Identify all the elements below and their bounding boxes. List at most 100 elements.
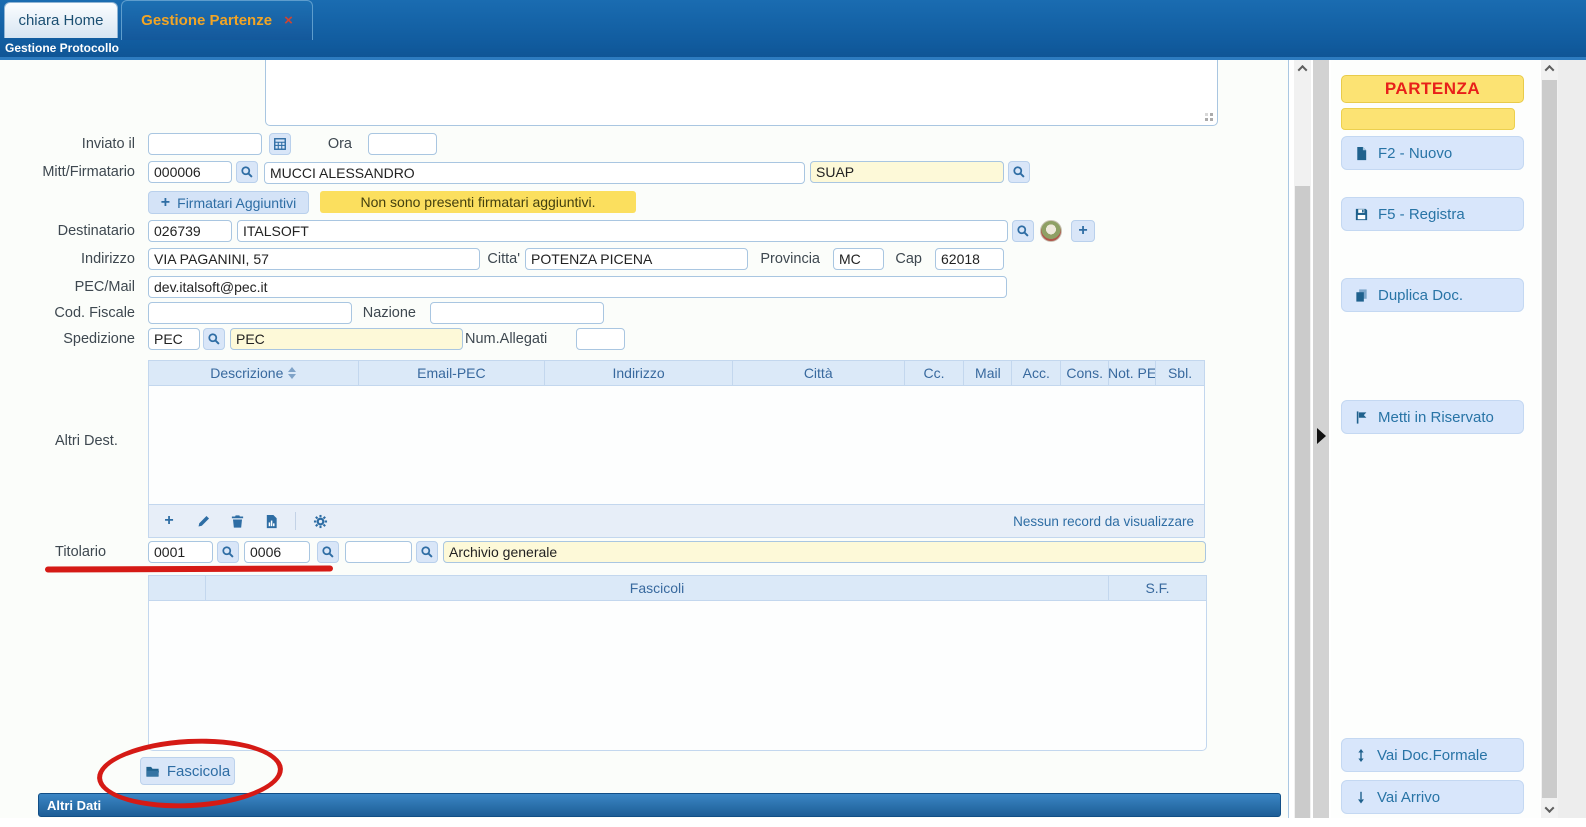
column-header-sbl: Sbl.	[1156, 361, 1204, 385]
add-destinatario-button[interactable]: +	[1071, 220, 1095, 242]
indirizzo-input[interactable]	[148, 248, 480, 270]
ufficio-search-button[interactable]	[1008, 161, 1030, 183]
firmatari-aggiuntivi-button[interactable]: + Firmatari Aggiuntivi	[148, 191, 309, 214]
inviato-il-label: Inviato il	[0, 133, 135, 155]
vai-doc-formale-button[interactable]: Vai Doc.Formale	[1341, 738, 1524, 772]
column-header-cons: Cons.	[1061, 361, 1109, 385]
scrollbar-thumb[interactable]	[1295, 186, 1310, 818]
altri-dest-grid-body	[149, 386, 1204, 504]
annotation-underline-titolario	[45, 565, 333, 572]
button-label: Vai Doc.Formale	[1377, 747, 1488, 764]
copy-icon	[1354, 288, 1369, 303]
cap-input[interactable]	[935, 248, 1004, 270]
scroll-down-button[interactable]	[1541, 801, 1558, 818]
titolario-search1-button[interactable]	[217, 541, 239, 563]
form-panel: Inviato il Ora Mitt/Firmatario	[0, 60, 1288, 818]
plus-icon: +	[1078, 223, 1087, 239]
pec-mail-input[interactable]	[148, 276, 1007, 298]
sidebar-empty-field	[1341, 108, 1515, 130]
add-record-button[interactable]: +	[159, 511, 179, 531]
tab-chiara-home[interactable]: chiara Home	[4, 2, 118, 38]
fascicoli-grid: Fascicoli S.F.	[148, 575, 1207, 751]
spedizione-code-input[interactable]	[148, 328, 200, 350]
window-right-edge	[1558, 60, 1586, 818]
app-window: chiara Home Gestione Partenze × Gestione…	[0, 0, 1586, 827]
spedizione-search-button[interactable]	[203, 328, 225, 350]
provincia-input[interactable]	[833, 248, 884, 270]
tab-gestione-partenze[interactable]: Gestione Partenze ×	[121, 0, 313, 40]
titolario-search2-button[interactable]	[317, 541, 339, 563]
close-tab-icon[interactable]: ×	[284, 12, 293, 29]
scroll-up-button[interactable]	[1541, 60, 1558, 77]
mitt-ufficio-input[interactable]	[810, 161, 1004, 183]
edit-record-button[interactable]	[193, 511, 213, 531]
pec-mail-label: PEC/Mail	[0, 276, 135, 298]
updown-arrow-icon	[1354, 748, 1368, 763]
plus-icon: +	[164, 513, 173, 529]
actions-sidebar: PARTENZA F2 - Nuovo F5 - Registra	[1331, 60, 1540, 818]
scrollbar-thumb[interactable]	[1542, 80, 1557, 798]
mitt-code-input[interactable]	[148, 161, 232, 183]
num-allegati-label: Num.Allegati	[465, 328, 547, 350]
sort-icon	[288, 367, 296, 379]
mitt-search-button[interactable]	[236, 161, 258, 183]
pencil-icon	[196, 514, 211, 529]
gear-icon	[313, 514, 328, 529]
search-icon	[240, 165, 254, 179]
titolario-desc-input[interactable]	[443, 541, 1206, 563]
duplica-doc-button[interactable]: Duplica Doc.	[1341, 278, 1524, 312]
titolario-code3-input[interactable]	[345, 541, 412, 563]
spedizione-desc-input[interactable]	[230, 328, 463, 350]
destinatario-name-input[interactable]	[237, 220, 1008, 242]
floppy-icon	[1354, 207, 1369, 222]
date-picker-button[interactable]	[269, 133, 291, 155]
ipa-emblem-icon[interactable]	[1040, 220, 1062, 242]
vai-arrivo-button[interactable]: Vai Arrivo	[1341, 780, 1524, 814]
nazione-input[interactable]	[430, 302, 604, 324]
main-scrollbar[interactable]	[1294, 60, 1311, 818]
file-icon	[1354, 146, 1369, 161]
resize-grip[interactable]	[1204, 112, 1213, 121]
ora-input[interactable]	[368, 133, 437, 155]
column-header-fascicoli: Fascicoli	[206, 576, 1109, 600]
column-header-citta: Città	[733, 361, 905, 385]
num-allegati-input[interactable]	[576, 328, 625, 350]
sidebar-scrollbar[interactable]	[1541, 60, 1558, 818]
collapse-arrow-icon[interactable]	[1317, 428, 1326, 444]
column-header-email-pec: Email-PEC	[359, 361, 546, 385]
inviato-il-input[interactable]	[148, 133, 262, 155]
altri-dest-grid: Descrizione Email-PEC Indirizzo Città Cc…	[148, 360, 1205, 538]
button-label: Duplica Doc.	[1378, 287, 1463, 304]
column-header-descrizione[interactable]: Descrizione	[149, 361, 359, 385]
metti-in-riservato-button[interactable]: Metti in Riservato	[1341, 400, 1524, 434]
partenza-badge[interactable]: PARTENZA	[1341, 75, 1524, 103]
breadcrumb: Gestione Protocollo	[5, 41, 119, 55]
titolario-search3-button[interactable]	[416, 541, 438, 563]
panel-collapse-strip[interactable]	[1313, 60, 1329, 818]
grid-settings-button[interactable]	[310, 511, 330, 531]
citta-input[interactable]	[525, 248, 748, 270]
fascicoli-grid-header: Fascicoli S.F.	[149, 576, 1206, 601]
chevron-down-icon	[1545, 803, 1555, 813]
export-button[interactable]	[261, 511, 281, 531]
tab-bar: chiara Home Gestione Partenze × Gestione…	[0, 0, 1586, 60]
titolario-code1-input[interactable]	[148, 541, 213, 563]
button-label: Vai Arrivo	[1377, 789, 1440, 806]
mitt-name-input[interactable]	[264, 162, 805, 184]
f5-registra-button[interactable]: F5 - Registra	[1341, 197, 1524, 231]
destinatario-code-input[interactable]	[148, 220, 232, 242]
destinatario-search-button[interactable]	[1012, 220, 1034, 242]
titolario-code2-input[interactable]	[244, 541, 310, 563]
delete-record-button[interactable]	[227, 511, 247, 531]
tab-label: Gestione Partenze	[141, 12, 272, 29]
provincia-label: Provincia	[755, 248, 820, 270]
document-text-area[interactable]	[265, 60, 1218, 126]
cod-fiscale-input[interactable]	[148, 302, 352, 324]
scroll-up-button[interactable]	[1294, 60, 1311, 77]
f2-nuovo-button[interactable]: F2 - Nuovo	[1341, 136, 1524, 170]
column-header-not-pec: Not. PE	[1109, 361, 1156, 385]
search-icon	[420, 545, 434, 559]
flag-icon	[1354, 410, 1369, 425]
button-label: Metti in Riservato	[1378, 409, 1494, 426]
spedizione-label: Spedizione	[0, 328, 135, 350]
